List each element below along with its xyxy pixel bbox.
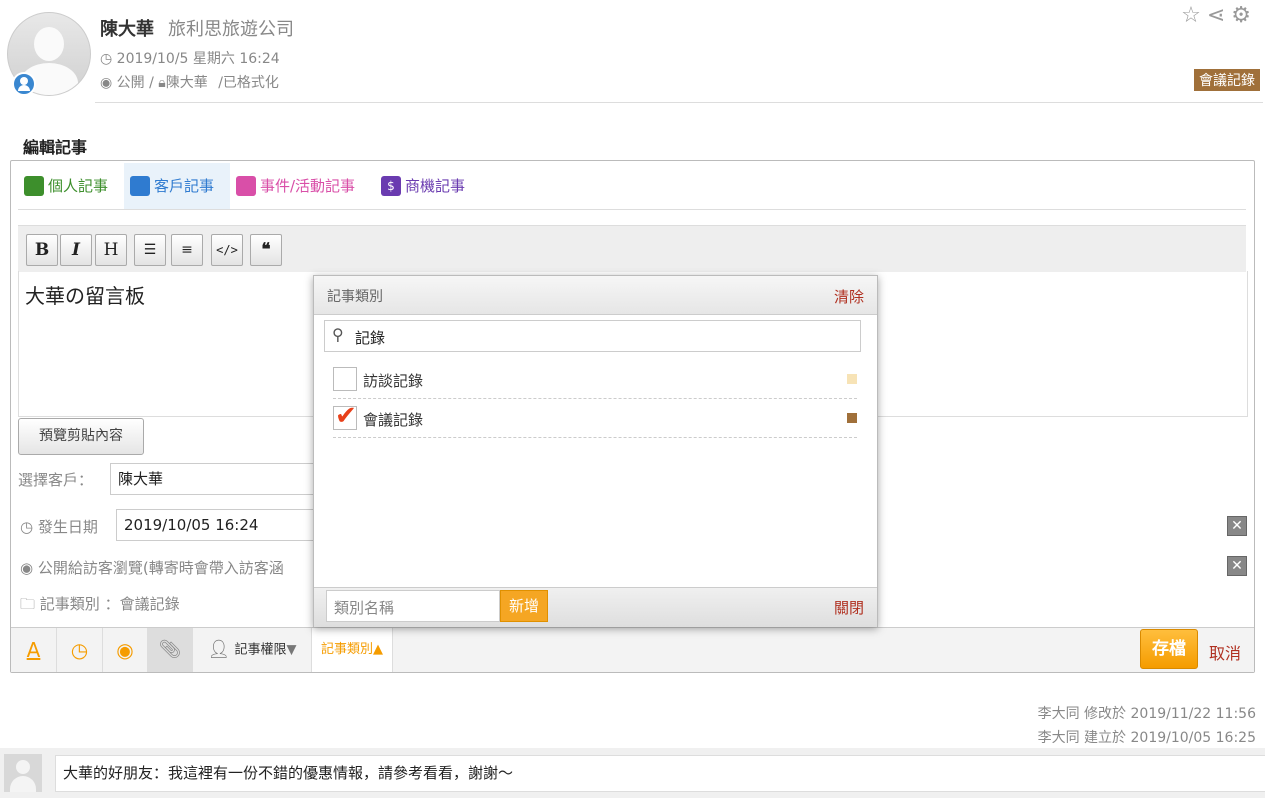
- save-button[interactable]: 存檔: [1140, 629, 1198, 669]
- visibility-button[interactable]: ◉: [103, 628, 148, 672]
- clock-icon: ◷: [100, 51, 113, 67]
- quote-button[interactable]: ❝: [250, 234, 282, 266]
- date-label-row: ◷ 發生日期: [20, 518, 98, 536]
- user-icon: [130, 176, 150, 196]
- gear-icon[interactable]: ⚙: [1231, 3, 1257, 28]
- category-dropdown[interactable]: 記事類別▲: [312, 628, 393, 672]
- dollar-icon: $: [381, 176, 401, 196]
- text-style-button[interactable]: A: [11, 628, 57, 672]
- category-label-row: 🗀 記事類別 ：會議記錄: [20, 595, 180, 613]
- bullet-list-icon: ☰: [143, 242, 157, 258]
- tab-client-note[interactable]: 客戶記事: [124, 163, 230, 209]
- public-label-row: ◉ 公開給訪客瀏覽(轉寄時會帶入訪客涵: [20, 559, 284, 577]
- caret-up-icon: ▲: [373, 642, 383, 657]
- header-divider: [95, 102, 1263, 103]
- category-tag: 會議記錄: [1194, 69, 1260, 91]
- clear-date-button[interactable]: ✕: [1227, 516, 1247, 536]
- code-icon: </>: [216, 243, 238, 257]
- caret-down-icon: ▼: [286, 642, 297, 658]
- category-search-input[interactable]: ⚲ 記錄: [324, 320, 861, 352]
- note-visibility-row: ◉ 公開 / 🔒︎陳大華 /已格式化: [100, 75, 279, 91]
- editor-toolbar: B I H ☰ ≡ </> ❝: [18, 225, 1246, 272]
- attachment-button[interactable]: 📎︎: [148, 628, 193, 672]
- comment-text[interactable]: 大華的好朋友：我這裡有一份不錯的優惠情報，請參考看看，謝謝～: [55, 755, 1265, 792]
- clear-public-button[interactable]: ✕: [1227, 556, 1247, 576]
- category-item[interactable]: ✔ 會議記錄: [333, 401, 857, 438]
- search-icon: ⚲: [332, 325, 344, 344]
- visibility-label: 公開: [116, 75, 145, 91]
- user-lock-icon: 👤︎: [207, 639, 231, 660]
- popup-header: 記事類別 清除: [314, 276, 877, 315]
- client-input[interactable]: 陳大華: [110, 463, 319, 495]
- lock-icon: 🔒︎: [158, 75, 166, 91]
- clock-icon: ◷: [20, 518, 34, 536]
- bottom-action-bar: A ◷ ◉ 📎︎ 👤︎ 記事權限▼ 記事類別▲: [11, 627, 1254, 672]
- clock-icon: ◷: [70, 638, 89, 662]
- category-color-swatch: [847, 413, 857, 423]
- category-checkbox-checked[interactable]: ✔: [333, 401, 357, 431]
- note-datetime: ◷ 2019/10/5 星期六 16:24: [100, 51, 280, 67]
- quote-icon: ❝: [261, 240, 271, 260]
- client-user-icon: [12, 72, 36, 96]
- company-name[interactable]: 旅利思旅遊公司: [168, 15, 294, 41]
- section-title: 編輯記事: [23, 138, 88, 157]
- folder-icon: 🗀: [20, 595, 36, 613]
- eye-icon: ◉: [100, 75, 113, 91]
- category-color-swatch: [847, 374, 857, 384]
- cancel-link[interactable]: 取消: [1209, 640, 1241, 664]
- editor-text: 大華の留言板: [25, 284, 145, 308]
- date-input[interactable]: 2019/10/05 16:24: [116, 509, 319, 541]
- star-icon[interactable]: ☆: [1181, 3, 1207, 28]
- new-category-input[interactable]: 類別名稱: [326, 590, 500, 622]
- preview-clipboard-button[interactable]: 預覽剪貼內容: [18, 418, 144, 455]
- font-color-icon: A: [26, 638, 41, 662]
- person-icon: [24, 176, 44, 196]
- heading-button[interactable]: H: [95, 234, 127, 266]
- category-checkbox[interactable]: [333, 367, 357, 391]
- bullet-list-button[interactable]: ☰: [134, 234, 166, 266]
- code-button[interactable]: </>: [211, 234, 243, 266]
- bold-button[interactable]: B: [26, 234, 58, 266]
- clear-link[interactable]: 清除: [834, 286, 864, 307]
- client-name[interactable]: 陳大華: [100, 15, 154, 41]
- owner-label: 陳大華: [165, 75, 208, 91]
- popup-title: 記事類別: [327, 289, 383, 305]
- close-popup-link[interactable]: 關閉: [834, 597, 864, 618]
- add-category-button[interactable]: 新增: [500, 590, 548, 622]
- tab-opportunity-note[interactable]: $ 商機記事: [375, 163, 505, 209]
- modified-info: 李大同 修改於 2019/11/22 11:56: [1037, 706, 1256, 722]
- tab-event-note[interactable]: 事件/活動記事: [230, 163, 380, 209]
- close-icon: ✕: [1231, 518, 1243, 534]
- eye-icon: ◉: [20, 559, 34, 577]
- commenter-avatar: [4, 754, 42, 792]
- permission-dropdown[interactable]: 👤︎ 記事權限▼: [193, 628, 312, 672]
- close-icon: ✕: [1231, 558, 1243, 574]
- category-popup: 記事類別 清除 ⚲ 記錄 訪談記錄 ✔ 會議記錄 類別名稱 新增 關閉: [313, 275, 878, 627]
- client-label: 選擇客戶：: [18, 471, 94, 489]
- header-actions: ☆⋖⚙: [1181, 3, 1257, 28]
- created-info: 李大同 建立於 2019/10/05 16:25: [1037, 730, 1256, 746]
- paperclip-icon: 📎︎: [158, 639, 182, 660]
- category-item[interactable]: 訪談記錄: [333, 366, 857, 399]
- numbered-list-button[interactable]: ≡: [171, 234, 203, 266]
- numbered-list-icon: ≡: [181, 242, 193, 258]
- checkmark-icon: ✔: [335, 401, 357, 431]
- share-icon[interactable]: ⋖: [1207, 3, 1231, 28]
- time-button[interactable]: ◷: [57, 628, 103, 672]
- popup-footer: 類別名稱 新增 關閉: [314, 587, 877, 627]
- calendar-icon: [236, 176, 256, 196]
- note-type-tabs: 個人記事 客戶記事 事件/活動記事 $ 商機記事: [18, 163, 1246, 210]
- eye-icon: ◉: [116, 638, 134, 662]
- italic-button[interactable]: I: [60, 234, 92, 266]
- status-label: /已格式化: [218, 75, 279, 91]
